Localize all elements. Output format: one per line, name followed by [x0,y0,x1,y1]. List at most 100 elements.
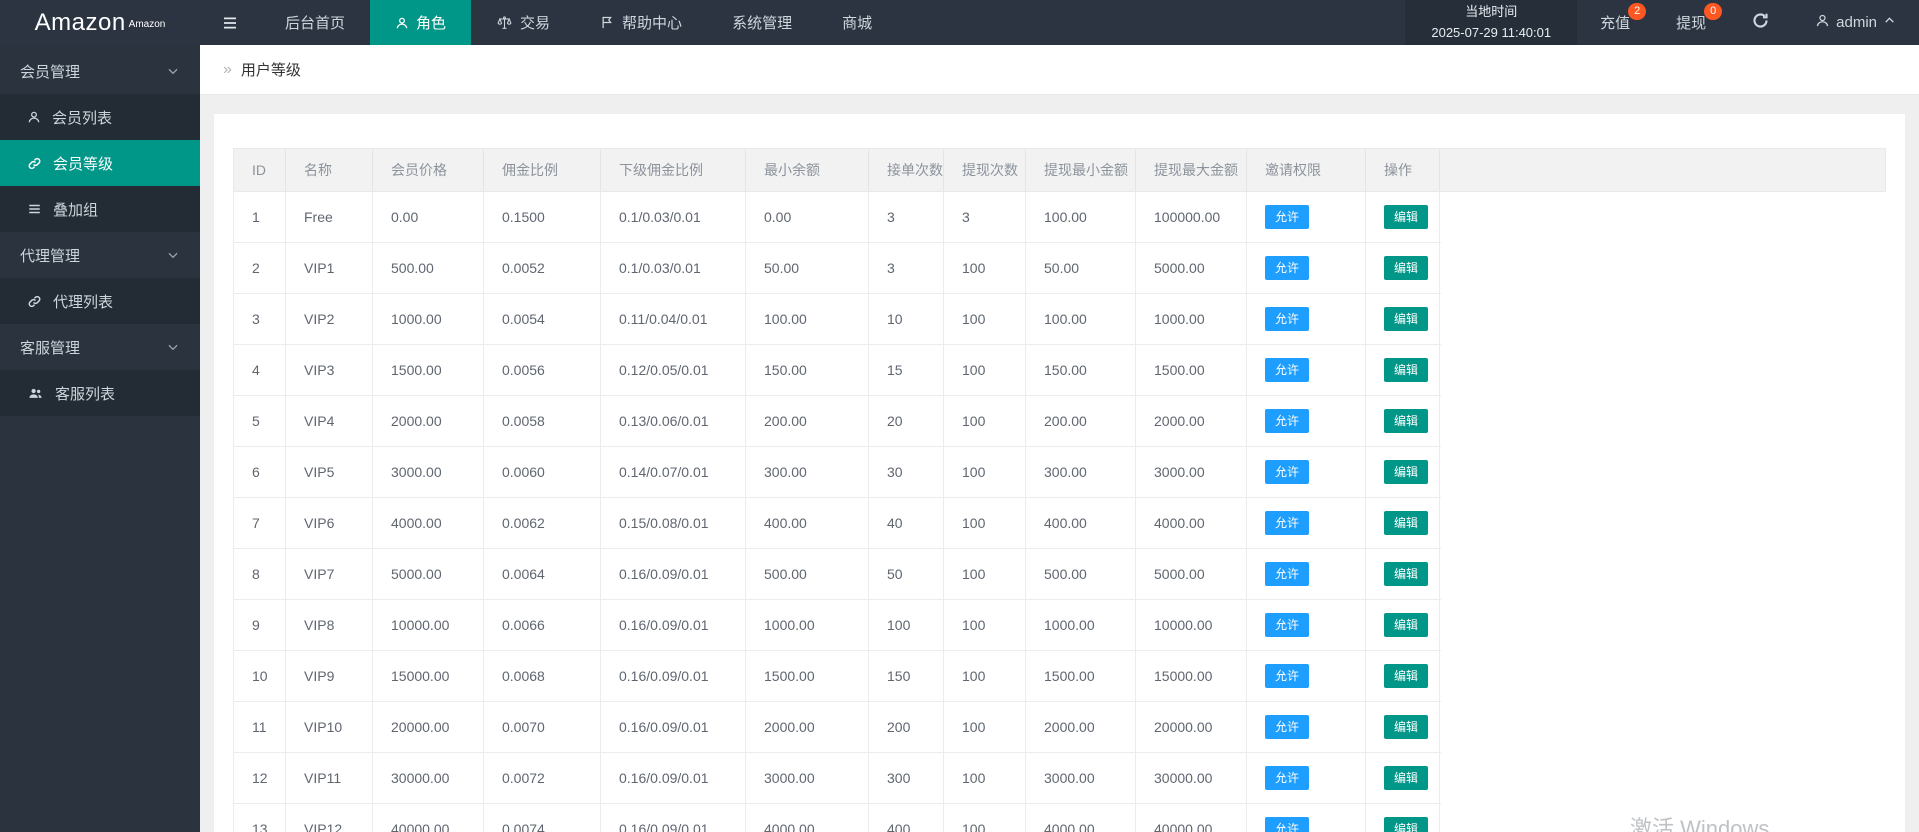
sidebar-item-3[interactable]: 叠加组 [0,186,200,232]
scales-icon [496,15,513,31]
cell-8-9: 10000.00 [1136,600,1247,650]
action-cell: 编辑 [1366,753,1440,803]
cell-0-1: Free [286,192,373,242]
edit-button[interactable]: 编辑 [1384,664,1429,688]
nav-item-3[interactable]: 帮助中心 [575,0,707,45]
cell-4-4: 0.13/0.06/0.01 [601,396,746,446]
sidebar-item-0[interactable]: 会员管理 [0,48,200,94]
allow-button[interactable]: 允许 [1265,256,1310,280]
allow-button[interactable]: 允许 [1265,460,1310,484]
sidebar-item-label: 客服列表 [55,385,116,403]
sidebar-item-label: 会员列表 [52,109,113,127]
cell-8-8: 1000.00 [1026,600,1136,650]
allow-button[interactable]: 允许 [1265,715,1310,739]
nav-item-1[interactable]: 角色 [370,0,472,45]
allow-button[interactable]: 允许 [1265,613,1310,637]
cell-12-5: 4000.00 [746,804,869,832]
cell-7-2: 5000.00 [373,549,484,599]
user-menu[interactable]: admin [1792,0,1919,45]
allow-button[interactable]: 允许 [1265,562,1310,586]
sidebar-item-4[interactable]: 代理管理 [0,232,200,278]
withdraw-button[interactable]: 提现 0 [1653,0,1729,45]
sidebar-item-6[interactable]: 客服管理 [0,324,200,370]
user-name: admin [1836,14,1877,31]
edit-button[interactable]: 编辑 [1384,817,1429,832]
cell-11-3: 0.0072 [484,753,601,803]
logo-text: Amazon [34,8,126,36]
cell-4-0: 5 [234,396,286,446]
edit-button[interactable]: 编辑 [1384,307,1429,331]
cell-1-1: VIP1 [286,243,373,293]
nav-item-4[interactable]: 系统管理 [707,0,817,45]
edit-button[interactable]: 编辑 [1384,562,1429,586]
nav-menu: 后台首页 角色 交易 帮助中心 系统管理 商城 [260,0,897,45]
edit-button[interactable]: 编辑 [1384,409,1429,433]
edit-button[interactable]: 编辑 [1384,715,1429,739]
cell-11-2: 30000.00 [373,753,484,803]
cell-11-7: 100 [944,753,1026,803]
person-icon [395,16,409,30]
invite-permission-cell: 允许 [1247,651,1366,701]
column-header-0: ID [234,149,286,191]
edit-button[interactable]: 编辑 [1384,358,1429,382]
edit-button[interactable]: 编辑 [1384,511,1429,535]
nav-item-2[interactable]: 交易 [471,0,575,45]
table-row: 8 VIP7 5000.00 0.0064 0.16/0.09/0.01 500.00 50… [234,549,1441,600]
cell-9-7: 100 [944,651,1026,701]
allow-button[interactable]: 允许 [1265,511,1310,535]
edit-button[interactable]: 编辑 [1384,460,1429,484]
cell-5-4: 0.14/0.07/0.01 [601,447,746,497]
link-icon [27,156,42,171]
cell-12-2: 40000.00 [373,804,484,832]
page-title: 用户等级 [240,62,301,79]
hamburger-icon[interactable] [200,0,260,45]
allow-button[interactable]: 允许 [1265,358,1310,382]
allow-button[interactable]: 允许 [1265,766,1310,790]
cell-9-2: 15000.00 [373,651,484,701]
action-cell: 编辑 [1366,549,1440,599]
cell-3-8: 150.00 [1026,345,1136,395]
edit-button[interactable]: 编辑 [1384,613,1429,637]
sidebar-item-7[interactable]: 客服列表 [0,370,200,416]
allow-button[interactable]: 允许 [1265,409,1310,433]
withdraw-badge: 0 [1704,3,1723,20]
sidebar-item-1[interactable]: 会员列表 [0,94,200,140]
edit-button[interactable]: 编辑 [1384,205,1429,229]
recharge-button[interactable]: 充值 2 [1577,0,1653,45]
column-header-4: 下级佣金比例 [601,149,746,191]
column-header-6: 接单次数 [869,149,944,191]
withdraw-label: 提现 [1676,15,1707,32]
cell-10-9: 20000.00 [1136,702,1247,752]
edit-button[interactable]: 编辑 [1384,766,1429,790]
invite-permission-cell: 允许 [1247,498,1366,548]
flag-icon [600,15,615,30]
local-time-value: 2025-07-29 11:40:01 [1431,24,1552,40]
allow-button[interactable]: 允许 [1265,205,1310,229]
breadcrumb: » 用户等级 [200,45,1919,95]
cell-2-7: 100 [944,294,1026,344]
cell-1-9: 5000.00 [1136,243,1247,293]
edit-button[interactable]: 编辑 [1384,256,1429,280]
cell-9-5: 1500.00 [746,651,869,701]
content-card: ID 名称 会员价格 佣金比例 下级佣金比例 最小余额 接单次数 提现次数 提现最小金额 提现最大… [214,114,1905,832]
sidebar-item-label: 客服管理 [20,339,81,357]
allow-button[interactable]: 允许 [1265,664,1310,688]
nav-item-5[interactable]: 商城 [817,0,897,45]
cell-12-3: 0.0074 [484,804,601,832]
sidebar-item-5[interactable]: 代理列表 [0,278,200,324]
cell-6-3: 0.0062 [484,498,601,548]
table-wrap: ID 名称 会员价格 佣金比例 下级佣金比例 最小余额 接单次数 提现次数 提现最小金额 提现最大… [214,114,1905,832]
allow-button[interactable]: 允许 [1265,817,1310,832]
column-header-3: 佣金比例 [484,149,601,191]
nav-item-0[interactable]: 后台首页 [260,0,370,45]
cell-3-3: 0.0056 [484,345,601,395]
cell-7-4: 0.16/0.09/0.01 [601,549,746,599]
sidebar-item-2[interactable]: 会员等级 [0,140,200,186]
cell-4-7: 100 [944,396,1026,446]
cell-7-8: 500.00 [1026,549,1136,599]
cell-6-5: 400.00 [746,498,869,548]
allow-button[interactable]: 允许 [1265,307,1310,331]
cell-12-8: 4000.00 [1026,804,1136,832]
cell-9-6: 150 [869,651,944,701]
refresh-button[interactable] [1729,0,1792,45]
